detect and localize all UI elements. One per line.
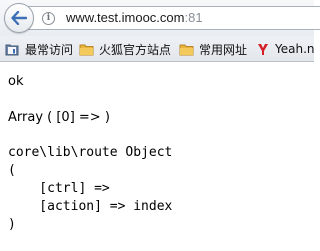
- bookmark-common-sites[interactable]: 常用网址: [179, 40, 247, 58]
- bookmark-label: 火狐官方站点: [99, 42, 172, 57]
- folder-icon: [79, 44, 94, 55]
- output-open-paren: (: [8, 163, 16, 178]
- bookmark-yeah[interactable]: Yeah.n: [256, 40, 314, 58]
- output-ctrl-field: [ctrl] =>: [8, 181, 110, 196]
- address-bar[interactable]: i www.test.imooc.com:81: [26, 6, 320, 30]
- back-button[interactable]: [4, 3, 34, 33]
- output-object-name: core\lib\route Object: [8, 145, 173, 160]
- output-array: Array ( [0] => ): [8, 110, 110, 125]
- bookmark-firefox-official[interactable]: 火狐官方站点: [79, 40, 171, 58]
- folder-icon: [179, 44, 194, 55]
- site-info-icon[interactable]: i: [42, 12, 55, 25]
- bookmark-most-visited[interactable]: 最常访问: [4, 40, 73, 58]
- yeah-logo-icon: [258, 43, 268, 55]
- back-arrow-icon: [11, 11, 27, 25]
- bookmark-label: Yeah.n: [275, 42, 314, 56]
- output-ok: ok: [8, 74, 24, 89]
- bookmark-label: 最常访问: [25, 42, 74, 57]
- url-host: www.test.imooc.com: [66, 10, 185, 25]
- url-port: :81: [184, 10, 203, 25]
- bookmarks-toolbar: 最常访问 火狐官方站点 常用网址 Yeah.n: [0, 36, 314, 62]
- address-bar-url[interactable]: www.test.imooc.com:81: [66, 10, 203, 26]
- output-close-paren: ): [8, 217, 16, 232]
- bookmark-folder-icon: [5, 44, 19, 55]
- bookmark-label: 常用网址: [199, 42, 248, 57]
- output-action-field: [action] => index: [8, 199, 173, 214]
- navigation-bar: i www.test.imooc.com:81: [0, 0, 320, 36]
